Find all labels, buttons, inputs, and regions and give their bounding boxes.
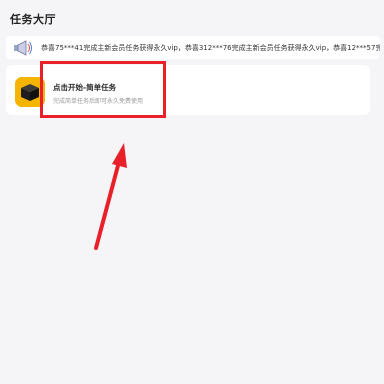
announcement-bar: 恭喜75***41完成主新会员任务获得永久vip，恭喜312***76完成主新会… [6, 36, 380, 59]
task-hall-page: 任务大厅 恭喜75***41完成主新会员任务获得永久vip，恭喜312***76… [0, 0, 384, 384]
page-title: 任务大厅 [10, 13, 56, 26]
megaphone-icon [11, 36, 35, 59]
announcement-text: 恭喜75***41完成主新会员任务获得永久vip，恭喜312***76完成主新会… [41, 43, 380, 52]
highlight-box [40, 61, 166, 118]
